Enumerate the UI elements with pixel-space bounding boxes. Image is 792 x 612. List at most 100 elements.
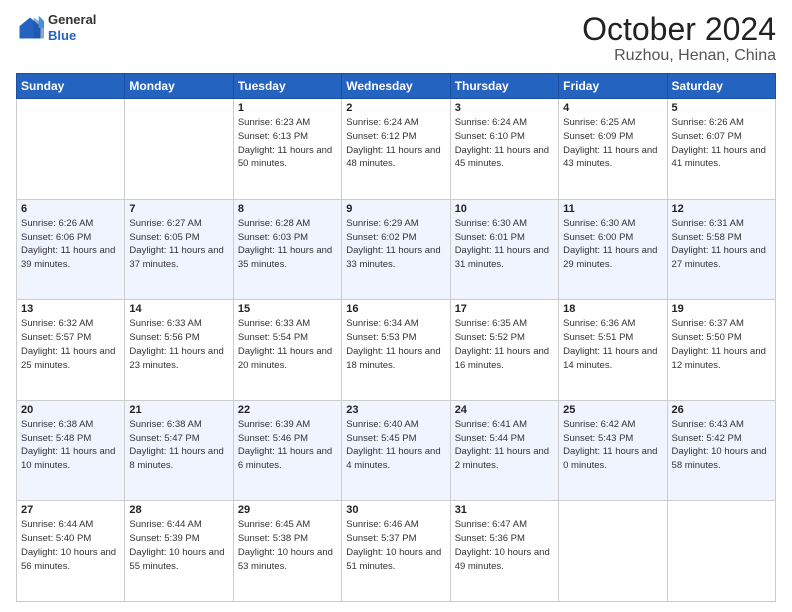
calendar-week-row: 13 Sunrise: 6:32 AMSunset: 5:57 PMDayligh… [17,300,776,401]
day-number: 29 [238,504,337,516]
logo-icon [16,14,44,42]
weekday-header: Tuesday [233,74,341,99]
calendar-cell: 19 Sunrise: 6:37 AMSunset: 5:50 PMDayligh… [667,300,775,401]
day-info: Sunrise: 6:26 AMSunset: 6:06 PMDaylight:… [21,217,120,272]
calendar-cell [559,501,667,602]
logo-text: General Blue [48,12,96,43]
calendar-cell: 8 Sunrise: 6:28 AMSunset: 6:03 PMDaylight… [233,199,341,300]
calendar-cell [17,99,125,200]
day-number: 5 [672,102,771,114]
weekday-header: Sunday [17,74,125,99]
header: General Blue October 2024 Ruzhou, Henan,… [16,12,776,65]
calendar-cell: 17Sunrise: 6:35 AMSunset: 5:52 PMDayligh… [450,300,558,401]
day-info: Sunrise: 6:27 AMSunset: 6:05 PMDaylight:… [129,217,228,272]
calendar-week-row: 27 Sunrise: 6:44 AMSunset: 5:40 PMDayligh… [17,501,776,602]
calendar-cell: 1 Sunrise: 6:23 AMSunset: 6:13 PMDaylight… [233,99,341,200]
day-info: Sunrise: 6:29 AMSunset: 6:02 PMDaylight:… [346,217,445,272]
day-info: Sunrise: 6:42 AMSunset: 5:43 PMDaylight:… [563,418,662,473]
calendar-cell: 29 Sunrise: 6:45 AMSunset: 5:38 PMDayligh… [233,501,341,602]
day-number: 2 [346,102,445,114]
day-number: 18 [563,303,662,315]
calendar-cell: 2Sunrise: 6:24 AMSunset: 6:12 PMDaylight… [342,99,450,200]
day-number: 22 [238,404,337,416]
calendar-table: SundayMondayTuesdayWednesdayThursdayFrid… [16,73,776,602]
day-info: Sunrise: 6:35 AMSunset: 5:52 PMDaylight:… [455,317,554,372]
day-number: 24 [455,404,554,416]
weekday-header: Wednesday [342,74,450,99]
day-number: 12 [672,203,771,215]
day-info: Sunrise: 6:33 AMSunset: 5:56 PMDaylight:… [129,317,228,372]
calendar-week-row: 6Sunrise: 6:26 AMSunset: 6:06 PMDaylight… [17,199,776,300]
calendar-cell: 25 Sunrise: 6:42 AMSunset: 5:43 PMDayligh… [559,400,667,501]
calendar-subtitle: Ruzhou, Henan, China [582,47,776,65]
calendar-cell: 27 Sunrise: 6:44 AMSunset: 5:40 PMDayligh… [17,501,125,602]
day-info: Sunrise: 6:47 AMSunset: 5:36 PMDaylight:… [455,518,554,573]
calendar-week-row: 20Sunrise: 6:38 AMSunset: 5:48 PMDayligh… [17,400,776,501]
calendar-cell: 30Sunrise: 6:46 AMSunset: 5:37 PMDayligh… [342,501,450,602]
day-info: Sunrise: 6:25 AMSunset: 6:09 PMDaylight:… [563,116,662,171]
calendar-cell: 26Sunrise: 6:43 AMSunset: 5:42 PMDayligh… [667,400,775,501]
day-number: 11 [563,203,662,215]
calendar-cell [125,99,233,200]
calendar-cell: 13 Sunrise: 6:32 AMSunset: 5:57 PMDayligh… [17,300,125,401]
calendar-cell: 22 Sunrise: 6:39 AMSunset: 5:46 PMDayligh… [233,400,341,501]
day-info: Sunrise: 6:38 AMSunset: 5:48 PMDaylight:… [21,418,120,473]
day-info: Sunrise: 6:33 AMSunset: 5:54 PMDaylight:… [238,317,337,372]
day-info: Sunrise: 6:30 AMSunset: 6:01 PMDaylight:… [455,217,554,272]
day-number: 16 [346,303,445,315]
day-number: 14 [129,303,228,315]
day-number: 15 [238,303,337,315]
calendar-cell: 10 Sunrise: 6:30 AMSunset: 6:01 PMDayligh… [450,199,558,300]
day-info: Sunrise: 6:38 AMSunset: 5:47 PMDaylight:… [129,418,228,473]
calendar-cell: 5Sunrise: 6:26 AMSunset: 6:07 PMDaylight… [667,99,775,200]
day-info: Sunrise: 6:44 AMSunset: 5:40 PMDaylight:… [21,518,120,573]
day-number: 21 [129,404,228,416]
day-info: Sunrise: 6:24 AMSunset: 6:10 PMDaylight:… [455,116,554,171]
day-info: Sunrise: 6:46 AMSunset: 5:37 PMDaylight:… [346,518,445,573]
logo: General Blue [16,12,96,43]
calendar-title: October 2024 [582,12,776,47]
day-info: Sunrise: 6:40 AMSunset: 5:45 PMDaylight:… [346,418,445,473]
calendar-cell: 24 Sunrise: 6:41 AMSunset: 5:44 PMDayligh… [450,400,558,501]
day-number: 1 [238,102,337,114]
page: General Blue October 2024 Ruzhou, Henan,… [0,0,792,612]
day-number: 31 [455,504,554,516]
day-number: 13 [21,303,120,315]
title-block: October 2024 Ruzhou, Henan, China [582,12,776,65]
day-info: Sunrise: 6:34 AMSunset: 5:53 PMDaylight:… [346,317,445,372]
day-number: 3 [455,102,554,114]
weekday-header: Saturday [667,74,775,99]
calendar-cell: 23 Sunrise: 6:40 AMSunset: 5:45 PMDayligh… [342,400,450,501]
calendar-cell: 28Sunrise: 6:44 AMSunset: 5:39 PMDayligh… [125,501,233,602]
day-number: 8 [238,203,337,215]
day-info: Sunrise: 6:41 AMSunset: 5:44 PMDaylight:… [455,418,554,473]
weekday-header: Friday [559,74,667,99]
day-number: 25 [563,404,662,416]
day-number: 10 [455,203,554,215]
day-info: Sunrise: 6:45 AMSunset: 5:38 PMDaylight:… [238,518,337,573]
day-info: Sunrise: 6:37 AMSunset: 5:50 PMDaylight:… [672,317,771,372]
day-info: Sunrise: 6:39 AMSunset: 5:46 PMDaylight:… [238,418,337,473]
calendar-week-row: 1 Sunrise: 6:23 AMSunset: 6:13 PMDaylight… [17,99,776,200]
day-number: 7 [129,203,228,215]
day-number: 19 [672,303,771,315]
day-info: Sunrise: 6:36 AMSunset: 5:51 PMDaylight:… [563,317,662,372]
calendar-cell: 21 Sunrise: 6:38 AMSunset: 5:47 PMDayligh… [125,400,233,501]
calendar-cell: 12 Sunrise: 6:31 AMSunset: 5:58 PMDayligh… [667,199,775,300]
day-info: Sunrise: 6:23 AMSunset: 6:13 PMDaylight:… [238,116,337,171]
day-info: Sunrise: 6:30 AMSunset: 6:00 PMDaylight:… [563,217,662,272]
day-number: 26 [672,404,771,416]
day-info: Sunrise: 6:28 AMSunset: 6:03 PMDaylight:… [238,217,337,272]
weekday-header: Thursday [450,74,558,99]
calendar-cell: 16 Sunrise: 6:34 AMSunset: 5:53 PMDayligh… [342,300,450,401]
day-info: Sunrise: 6:32 AMSunset: 5:57 PMDaylight:… [21,317,120,372]
calendar-cell: 3 Sunrise: 6:24 AMSunset: 6:10 PMDaylight… [450,99,558,200]
calendar-cell [667,501,775,602]
calendar-cell: 4Sunrise: 6:25 AMSunset: 6:09 PMDaylight… [559,99,667,200]
weekday-header-row: SundayMondayTuesdayWednesdayThursdayFrid… [17,74,776,99]
calendar-cell: 9Sunrise: 6:29 AMSunset: 6:02 PMDaylight… [342,199,450,300]
calendar-cell: 20Sunrise: 6:38 AMSunset: 5:48 PMDayligh… [17,400,125,501]
day-number: 23 [346,404,445,416]
day-info: Sunrise: 6:31 AMSunset: 5:58 PMDaylight:… [672,217,771,272]
day-number: 27 [21,504,120,516]
